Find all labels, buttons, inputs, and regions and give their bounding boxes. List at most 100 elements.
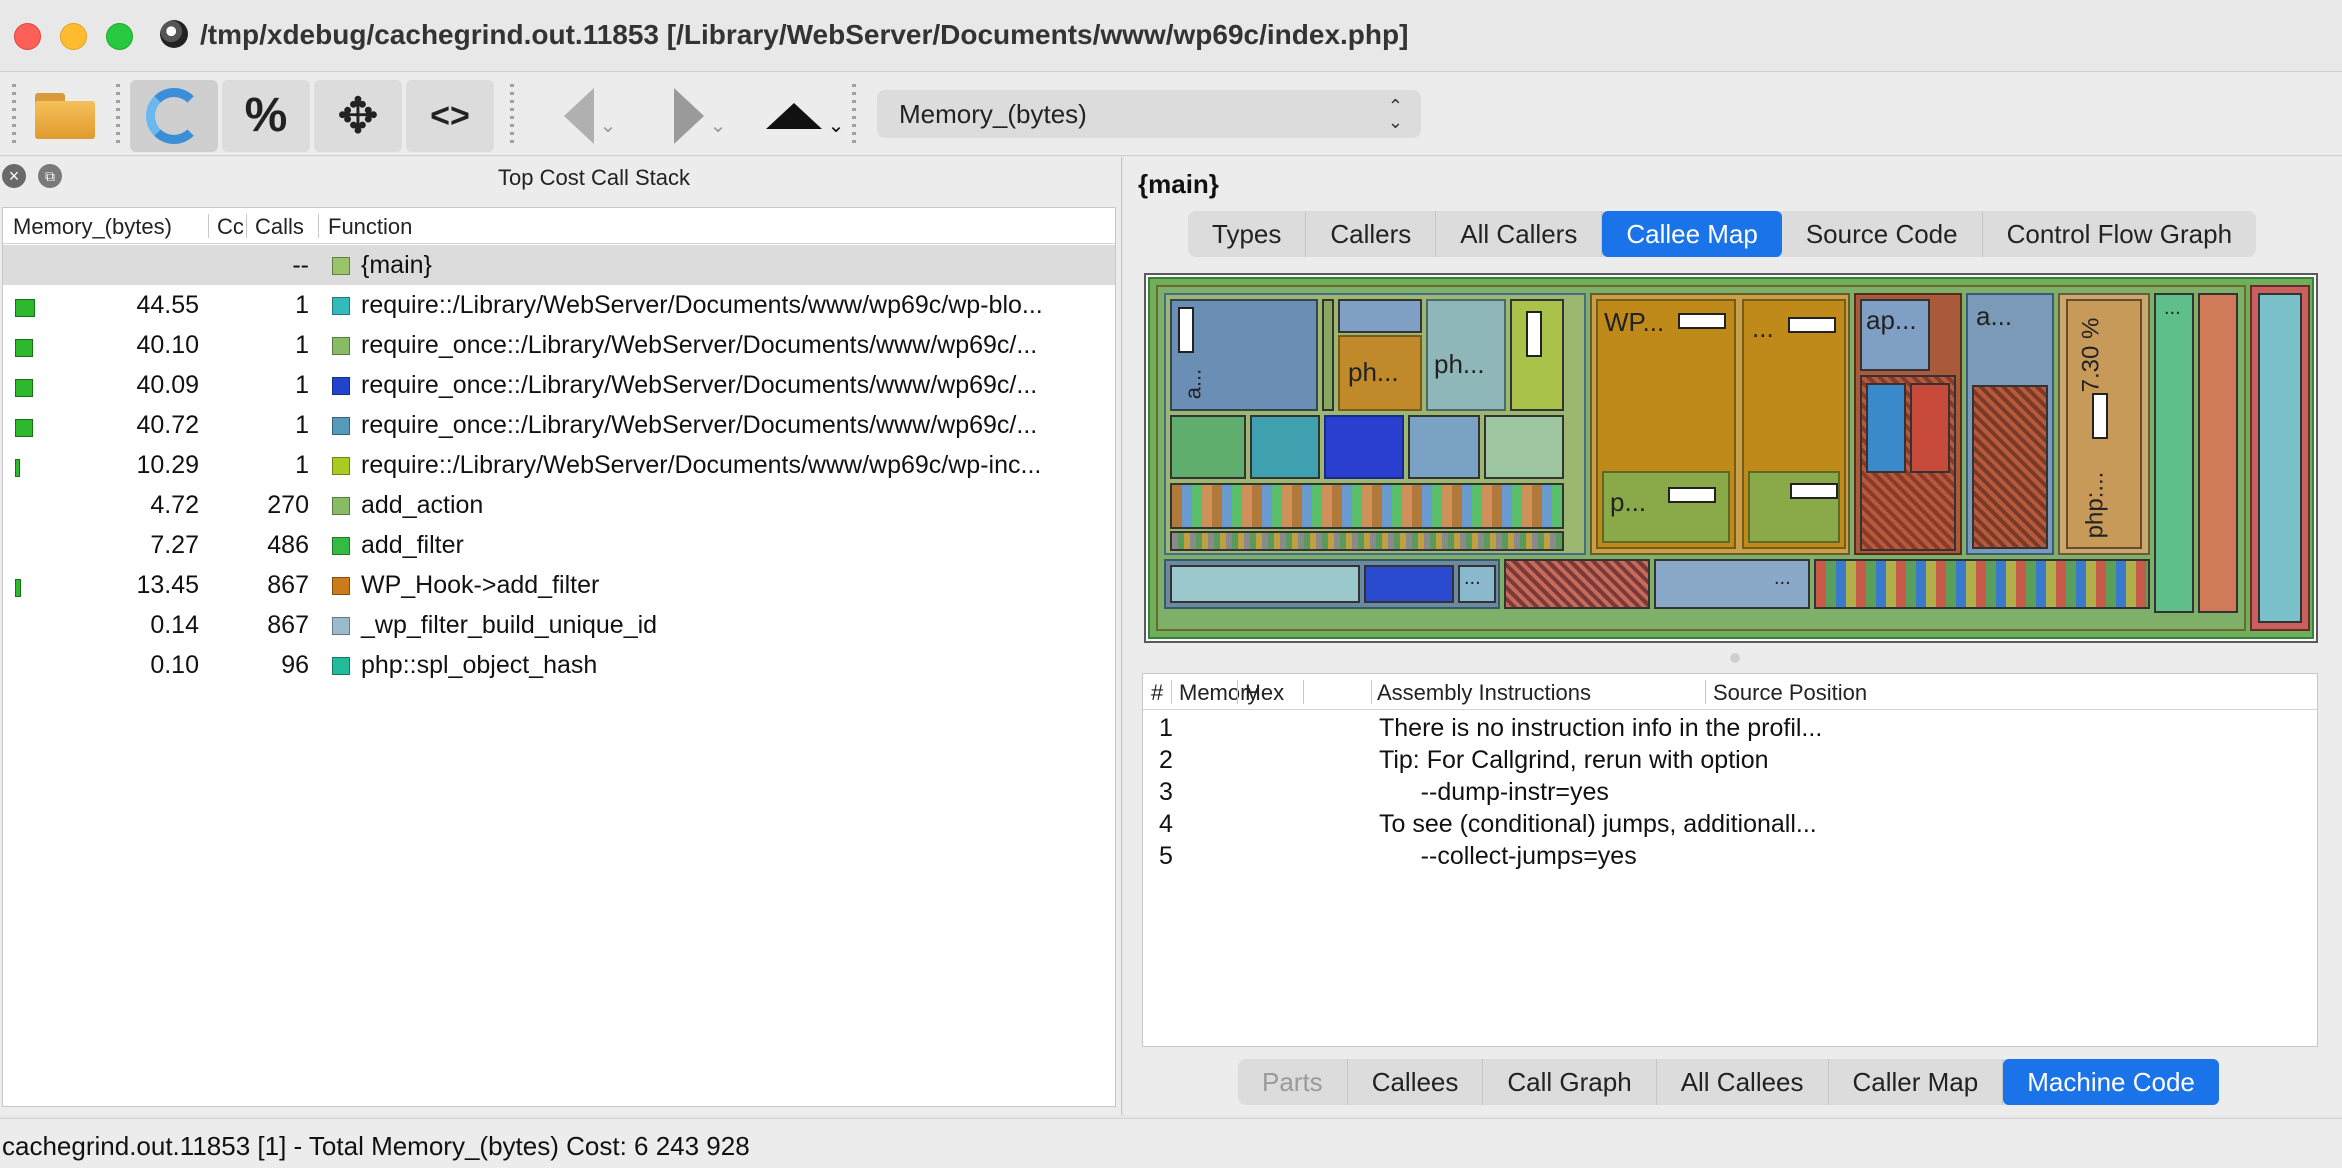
function-detail-panel: {main} Types Callers All Callers Callee Map…	[1124, 157, 2342, 1115]
table-row[interactable]: 13.45 867 WP_Hook->add_filter	[3, 565, 1115, 605]
event-type-select[interactable]: Memory_(bytes) ⌃ ⌄	[877, 90, 1421, 138]
table-row[interactable]: 44.55 1 require::/Library/WebServer/Docume…	[3, 285, 1115, 325]
shorten-templates-button[interactable]: <>	[406, 80, 494, 152]
toolbar-grip[interactable]	[12, 84, 16, 144]
forward-button[interactable]: ⌄	[660, 80, 740, 152]
treemap-block[interactable]	[1484, 415, 1564, 479]
cycle-detection-button[interactable]: ✥	[314, 80, 402, 152]
column-divider[interactable]	[1303, 680, 1304, 704]
back-button[interactable]: ⌄	[550, 80, 630, 152]
treemap-block[interactable]	[1170, 565, 1360, 603]
treemap-block[interactable]	[1866, 383, 1906, 473]
function-cell: require::/Library/WebServer/Documents/ww…	[361, 291, 1043, 319]
treemap-block[interactable]	[1170, 415, 1246, 479]
column-divider[interactable]	[1237, 680, 1238, 704]
column-header-cost[interactable]: Memory_(bytes)	[13, 214, 172, 240]
tab-source-code[interactable]: Source Code	[1782, 211, 1983, 257]
column-header-hex[interactable]: Hex	[1245, 680, 1284, 706]
column-divider[interactable]	[1171, 680, 1172, 704]
toolbar-grip[interactable]	[510, 84, 514, 144]
minimize-window-button[interactable]	[60, 23, 87, 50]
up-arrow-icon	[765, 103, 822, 129]
treemap-block[interactable]: ap...	[1860, 299, 1930, 371]
treemap-block[interactable]	[1814, 559, 2150, 609]
table-row[interactable]: 4.72 270 add_action	[3, 485, 1115, 525]
column-header-source-position[interactable]: Source Position	[1713, 680, 1867, 706]
treemap-block[interactable]: a...	[1170, 299, 1318, 411]
treemap-block[interactable]: 7.30 % php:...	[2066, 299, 2142, 549]
treemap-block[interactable]: ...	[2154, 293, 2194, 613]
table-row[interactable]: 40.72 1 require_once::/Library/WebServer/D…	[3, 405, 1115, 445]
table-row[interactable]: 3 --dump-instr=yes	[1143, 776, 2317, 808]
close-window-button[interactable]	[14, 23, 41, 50]
treemap-block[interactable]	[1250, 415, 1320, 479]
treemap-block[interactable]: ...	[1458, 565, 1496, 603]
treemap-block[interactable]	[1324, 415, 1404, 479]
treemap-block[interactable]	[1322, 299, 1334, 411]
machine-code-table[interactable]: # Memory Hex Assembly Instructions Sourc…	[1142, 673, 2318, 1047]
column-divider[interactable]	[208, 214, 209, 238]
toolbar-grip[interactable]	[852, 84, 856, 144]
splitter-handle[interactable]	[1730, 653, 1740, 663]
zoom-window-button[interactable]	[106, 23, 133, 50]
table-row[interactable]: 1 There is no instruction info in the pro…	[1143, 712, 2317, 744]
treemap-block[interactable]: ph...	[1426, 299, 1506, 411]
treemap-block[interactable]	[2198, 293, 2238, 613]
treemap-block[interactable]	[1748, 471, 1840, 543]
treemap-block[interactable]	[1408, 415, 1480, 479]
table-row[interactable]: -- {main}	[3, 245, 1115, 285]
treemap-block[interactable]	[1504, 559, 1650, 609]
column-divider[interactable]	[246, 214, 247, 238]
tab-caller-map[interactable]: Caller Map	[1829, 1059, 2004, 1105]
tab-control-flow-graph[interactable]: Control Flow Graph	[1983, 211, 2256, 257]
tab-all-callers[interactable]: All Callers	[1436, 211, 1603, 257]
column-header-assembly[interactable]: Assembly Instructions	[1377, 680, 1591, 706]
tab-types[interactable]: Types	[1188, 211, 1307, 257]
column-header-calls[interactable]: Calls	[255, 214, 304, 240]
table-row[interactable]: 7.27 486 add_filter	[3, 525, 1115, 565]
table-row[interactable]: 40.09 1 require_once::/Library/WebServer/D…	[3, 365, 1115, 405]
column-header-cc[interactable]: Cc	[217, 214, 245, 240]
tab-machine-code[interactable]: Machine Code	[2003, 1059, 2219, 1105]
toolbar-grip[interactable]	[116, 84, 120, 144]
table-row[interactable]: 2 Tip: For Callgrind, rerun with option	[1143, 744, 2317, 776]
call-stack-table[interactable]: Memory_(bytes) Cc Calls Function -- {main…	[2, 207, 1116, 1107]
open-button[interactable]	[30, 80, 100, 152]
column-divider[interactable]	[1705, 680, 1706, 704]
relative-percentage-button[interactable]: %	[222, 80, 310, 152]
tab-call-graph[interactable]: Call Graph	[1483, 1059, 1657, 1105]
treemap-block[interactable]	[1510, 299, 1564, 411]
column-header-function[interactable]: Function	[328, 214, 412, 240]
treemap-block[interactable]	[1338, 299, 1422, 333]
treemap-block[interactable]	[1170, 483, 1564, 529]
treemap-block[interactable]	[1972, 385, 2048, 549]
table-row[interactable]: 40.10 1 require_once::/Library/WebServer/D…	[3, 325, 1115, 365]
treemap-label: ...	[1464, 567, 1481, 589]
table-row[interactable]: 5 --collect-jumps=yes	[1143, 840, 2317, 872]
treemap-block[interactable]	[2258, 293, 2302, 623]
callee-map[interactable]: a... ph... ph... WP... p... ... ap... a.…	[1144, 273, 2318, 643]
treemap-block[interactable]	[1170, 531, 1564, 551]
cost-bar	[15, 379, 33, 397]
table-row[interactable]: 0.14 867 _wp_filter_build_unique_id	[3, 605, 1115, 645]
column-header-number[interactable]: #	[1151, 680, 1163, 706]
reload-button[interactable]	[130, 80, 218, 152]
up-button[interactable]: ⌄	[760, 80, 850, 152]
tab-parts[interactable]: Parts	[1238, 1059, 1348, 1105]
treemap-block[interactable]	[1910, 383, 1950, 473]
event-type-value: Memory_(bytes)	[899, 98, 1087, 129]
treemap-block[interactable]: p...	[1602, 471, 1730, 543]
table-row[interactable]: 0.10 96 php::spl_object_hash	[3, 645, 1115, 685]
cost-cell: 44.55	[136, 291, 199, 319]
column-divider[interactable]	[318, 214, 319, 238]
tab-callers[interactable]: Callers	[1306, 211, 1437, 257]
tab-all-callees[interactable]: All Callees	[1657, 1059, 1829, 1105]
table-row[interactable]: 4 To see (conditional) jumps, additionall…	[1143, 808, 2317, 840]
tab-callees[interactable]: Callees	[1348, 1059, 1484, 1105]
treemap-block[interactable]: ...	[1654, 559, 1810, 609]
table-row[interactable]: 10.29 1 require::/Library/WebServer/Docume…	[3, 445, 1115, 485]
tab-callee-map[interactable]: Callee Map	[1602, 211, 1782, 257]
column-divider[interactable]	[1371, 680, 1372, 704]
treemap-block[interactable]	[1364, 565, 1454, 603]
treemap-block[interactable]: ph...	[1338, 335, 1422, 411]
